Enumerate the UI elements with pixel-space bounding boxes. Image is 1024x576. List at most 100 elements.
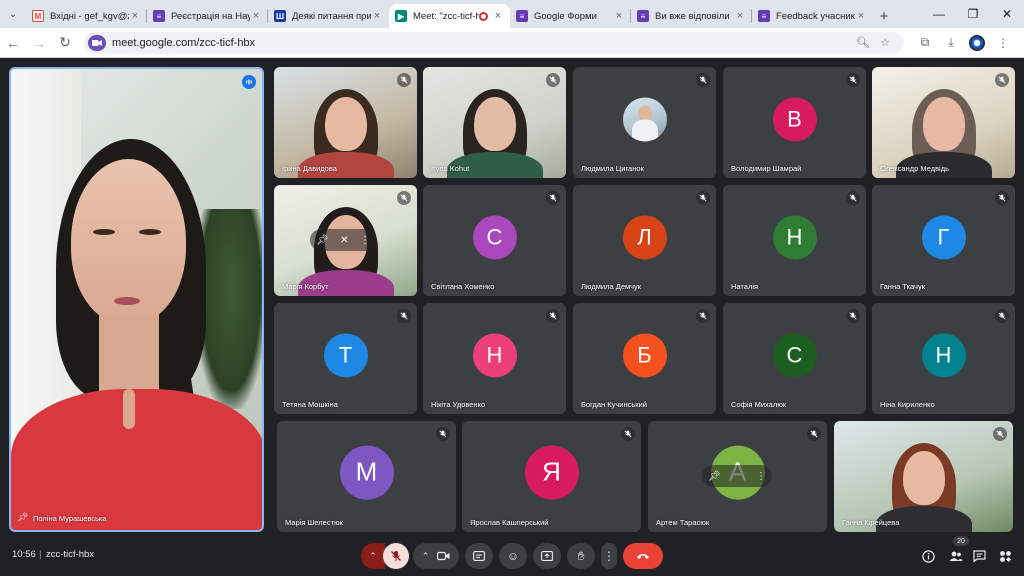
avatar: В [772,96,817,141]
profile-avatar[interactable] [969,34,985,51]
minimize-icon[interactable]: — [922,0,956,28]
participant-tile[interactable]: С Софія Михалюк [723,303,866,414]
participant-tile[interactable]: ААртем Тарасюк📌︎⋮ [648,421,827,532]
avatar: Б [622,332,667,377]
close-tab-icon[interactable]: × [492,10,504,22]
participant-tile[interactable]: Н Ніна Кириленко [872,303,1015,414]
camera-toggle-button[interactable]: ⌃ [413,543,459,569]
participant-name: Iryna Kohut [431,164,470,173]
raise-hand-button[interactable]: ✋︎ [567,543,595,569]
participant-tile[interactable]: Г Ганна Ткачук [872,185,1015,296]
participant-name: Нікіта Удовенко [431,400,486,409]
more-options-button[interactable]: ⋮ [601,543,617,569]
meeting-control-bar: 10:56 | zcc-ticf-hbx ⌃ ⌃ ☺ ✋︎ ⋮ [0,538,1024,576]
mic-off-icon [621,427,635,441]
participant-tile[interactable]: Т Тетяна Мошкіна [274,303,417,414]
download-icon[interactable]: ⤓ [938,30,964,56]
mic-off-icon[interactable]: ✕ [340,235,348,246]
close-tab-icon[interactable]: × [371,10,383,22]
participant-name: Людмила Циганок [581,164,644,173]
participant-tile[interactable]: Я Ярослав Кашперський [462,421,641,532]
captions-button[interactable] [465,543,493,569]
close-tab-icon[interactable]: × [613,10,625,22]
participant-tile[interactable]: Б Богдан Кучинський [573,303,716,414]
meeting-clock: 10:56 [12,549,36,560]
people-count-badge: 20 [953,536,969,546]
meeting-details-icon[interactable] [918,546,938,566]
mic-off-icon [397,191,411,205]
pin-icon[interactable]: 📌︎ [708,471,721,482]
forward-arrow-icon[interactable]: → [26,30,52,56]
new-tab-button[interactable]: + [873,4,895,28]
leave-call-button[interactable] [623,543,663,569]
more-vert-icon[interactable]: ⋮ [756,471,766,482]
tab-google-forms[interactable]: ≡ Google Форми × [510,4,631,28]
tab-gmail[interactable]: M Вхідні - gef_kgv@ztu × [26,4,147,28]
tab-registration[interactable]: ≡ Реєстрація на Науко × [147,4,268,28]
tile-hover-controls[interactable]: 📌︎ ⋮ [702,465,772,487]
chat-icon[interactable] [969,546,989,566]
google-forms-icon: ≡ [758,10,770,22]
address-bar[interactable]: meet.google.com/zcc-ticf-hbx 🔍︎ ☆ [84,31,904,54]
videocam-icon [437,551,450,561]
bookmark-star-icon[interactable]: ☆ [874,36,896,49]
hand-icon: ✋︎ [577,548,585,563]
participant-tile[interactable]: Н Нікіта Удовенко [423,303,566,414]
close-tab-icon[interactable]: × [129,10,141,22]
more-vert-icon[interactable]: ⋮ [360,235,370,246]
participant-tile[interactable]: Олександр Медвідь [872,67,1015,178]
pin-icon[interactable]: 📌︎ [316,235,329,246]
close-window-icon[interactable]: ✕ [990,0,1024,28]
tab-document[interactable]: Ш Деякі питання прис × [268,4,389,28]
tile-hover-controls[interactable]: 📌︎ ✕ ⋮ [310,229,376,251]
chevron-up-icon: ⌃ [421,550,430,561]
avatar: Т [323,332,368,377]
zoom-icon[interactable]: 🔍︎ [852,36,874,49]
participant-tile[interactable]: Ганна Кірейцева [834,421,1013,532]
avatar: С [772,332,817,377]
microphone-toggle-button[interactable] [383,543,409,569]
participant-tile[interactable]: Н Наталія [723,185,866,296]
mic-off-icon [397,73,411,87]
google-forms-icon: ≡ [637,10,649,22]
tab-title: Feedback учасників [776,10,855,22]
mic-off-icon [696,191,710,205]
avatar: Н [921,332,966,377]
restore-icon[interactable]: ❐ [956,0,990,28]
featured-speaker-tile[interactable]: 📌︎ Поліна Мурашевська [9,67,264,532]
tab-meet[interactable]: ▶ Meet: "zcc-ticf-h × [389,4,510,28]
site-info-icon[interactable] [88,34,106,51]
mic-off-icon [995,191,1009,205]
participant-tile[interactable]: Людмила Циганок [573,67,716,178]
participant-tile[interactable]: Марія Корбут 📌︎ ✕ ⋮ [274,185,417,296]
chrome-menu-icon[interactable]: ⋮ [990,30,1016,56]
close-tab-icon[interactable]: × [734,10,746,22]
people-icon[interactable] [946,546,966,566]
participant-tile[interactable]: В Володимир Шамрай [723,67,866,178]
close-tab-icon[interactable]: × [250,10,262,22]
close-tab-icon[interactable]: × [855,10,867,22]
present-screen-button[interactable] [533,543,561,569]
participant-tile[interactable]: М Марія Шелестюк [277,421,456,532]
emoji-icon: ☺ [506,549,520,563]
participant-tile[interactable]: Л Людмила Демчук [573,185,716,296]
mic-off-icon [397,309,411,323]
reactions-button[interactable]: ☺ [499,543,527,569]
reload-icon[interactable]: ↻ [52,30,78,56]
participant-tile[interactable]: Ірина Давидова [274,67,417,178]
tab-search-button[interactable]: ⌄ [0,0,26,28]
url-text: meet.google.com/zcc-ticf-hbx [112,36,256,49]
participant-name: Ганна Кірейцева [842,518,900,527]
tab-already-answered[interactable]: ≡ Ви вже відповіли × [631,4,752,28]
participant-name: Поліна Мурашевська [33,514,107,523]
activities-icon[interactable] [995,546,1015,566]
pin-icon[interactable]: 📌︎ [17,512,28,523]
back-arrow-icon[interactable]: ← [0,30,26,56]
google-forms-icon: ≡ [153,10,165,22]
participant-tile[interactable]: Iryna Kohut [423,67,566,178]
audio-settings-button[interactable]: ⌃ [361,543,385,569]
participant-tile[interactable]: С Світлана Хоменко [423,185,566,296]
extensions-icon[interactable]: ⧉ [912,30,938,56]
tab-feedback[interactable]: ≡ Feedback учасників × [752,4,873,28]
tab-title: Реєстрація на Науко [171,10,250,22]
